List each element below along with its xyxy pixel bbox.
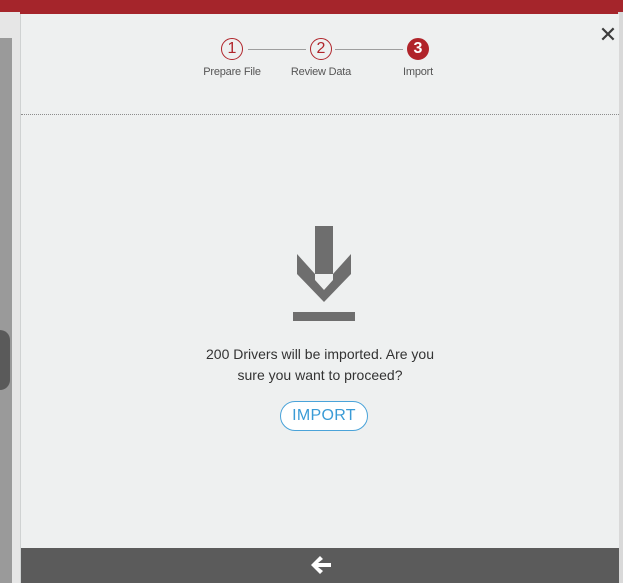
close-icon: ✕: [598, 22, 618, 47]
background-left-shade: [0, 38, 12, 583]
dialog-footer: [21, 548, 619, 583]
step-label: Import: [403, 66, 433, 78]
step-number: 1: [221, 38, 243, 60]
header-divider: [21, 114, 619, 115]
step-label: Prepare File: [203, 66, 261, 78]
message-line-2: sure you want to proceed?: [237, 367, 403, 383]
import-stepper: 1 Prepare File 2 Review Data 3 Import: [21, 14, 619, 114]
step-prepare-file: 1 Prepare File: [192, 38, 272, 78]
step-number: 2: [310, 38, 332, 60]
step-import: 3 Import: [378, 38, 458, 78]
import-confirmation-message: 200 Drivers will be imported. Are you su…: [121, 344, 519, 386]
close-button[interactable]: ✕: [597, 24, 619, 46]
download-icon: [293, 226, 355, 321]
arrow-left-icon[interactable]: [311, 556, 331, 574]
background-side-tab: [0, 330, 10, 390]
import-dialog: 1 Prepare File 2 Review Data 3 Import ✕ …: [20, 14, 619, 583]
step-label: Review Data: [290, 66, 352, 78]
import-button[interactable]: IMPORT: [280, 401, 368, 431]
dialog-header: 1 Prepare File 2 Review Data 3 Import ✕: [21, 14, 619, 114]
step-review-data: 2 Review Data: [281, 38, 361, 78]
step-number-active: 3: [407, 38, 429, 60]
message-line-1: 200 Drivers will be imported. Are you: [206, 346, 434, 362]
